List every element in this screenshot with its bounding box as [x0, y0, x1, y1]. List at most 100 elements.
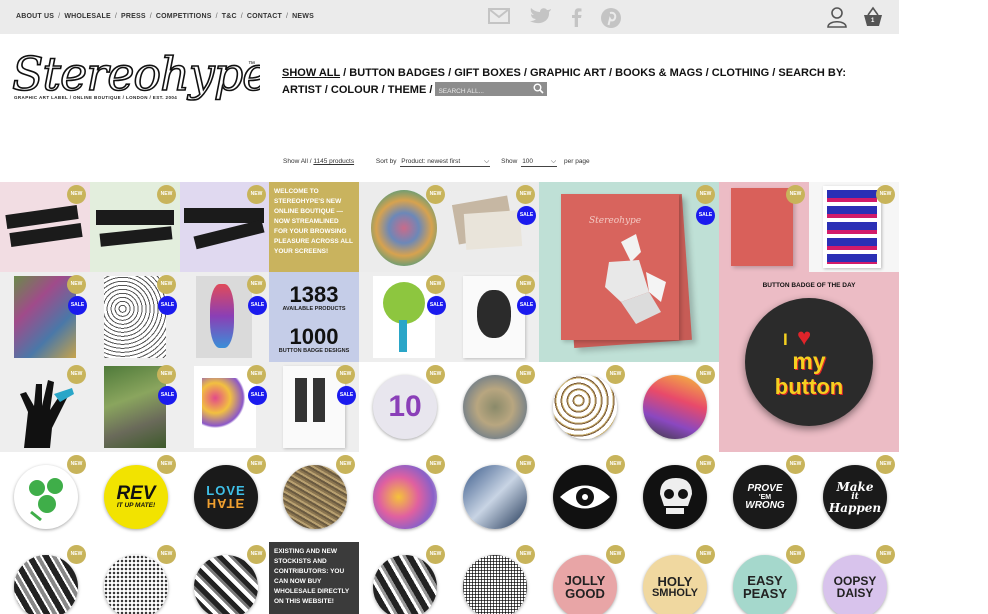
sort-select[interactable]: Product: newest first ⌵ [400, 158, 491, 167]
product-tile[interactable]: LOVE HATE NEW [180, 452, 270, 542]
product-tile[interactable]: PROVE 'EM WRONG NEW [719, 452, 809, 542]
nav-item-theme[interactable]: THEME [388, 84, 427, 96]
stat-label-products: AVAILABLE PRODUCTS [282, 306, 346, 312]
product-tile[interactable]: NEW [180, 182, 270, 272]
badge-text: HATE [206, 496, 246, 511]
nav-item-button-badges[interactable]: BUTTON BADGES [349, 67, 445, 79]
sale-badge: SALE [68, 296, 87, 315]
basket-icon[interactable]: 1 [862, 6, 884, 28]
top-link-competitions[interactable]: COMPETITIONS [156, 13, 212, 20]
twitter-icon[interactable] [530, 7, 552, 27]
button-badge: OOPSY DAISY [823, 555, 887, 614]
button-badge: HOLY SMHOLY [643, 555, 707, 614]
sale-badge: SALE [337, 386, 356, 405]
new-badge: NEW [426, 455, 445, 474]
mail-icon[interactable] [488, 7, 510, 27]
product-tile[interactable]: 10 NEW [359, 362, 449, 452]
nav-item-colour[interactable]: COLOUR [331, 84, 379, 96]
product-tile[interactable]: NEW [0, 182, 90, 272]
product-tile[interactable]: OOPSY DAISY NEW [809, 542, 899, 614]
product-tile[interactable]: NEW [269, 452, 359, 542]
product-tile[interactable]: NEW [809, 182, 899, 272]
nav-item-gift-boxes[interactable]: GIFT BOXES [454, 67, 521, 79]
product-count-link[interactable]: 1145 products [313, 158, 354, 165]
product-tile[interactable]: NEW [359, 452, 449, 542]
nav-item-books-mags[interactable]: BOOKS & MAGS [615, 67, 702, 79]
product-tile[interactable]: NEW SALE [90, 362, 180, 452]
product-tile[interactable]: REV IT UP MATE! NEW [90, 452, 180, 542]
top-link-press[interactable]: PRESS [121, 13, 146, 20]
nav-item-show-all[interactable]: SHOW ALL [282, 67, 340, 79]
account-icon[interactable] [826, 6, 848, 28]
logo[interactable]: Stereohype ™ [10, 44, 270, 114]
product-tile[interactable]: NEW [90, 182, 180, 272]
product-tile[interactable]: NEW [359, 542, 449, 614]
product-tile[interactable]: NEW [0, 452, 90, 542]
nav-item-clothing[interactable]: CLOTHING [712, 67, 769, 79]
nav-separator: / [429, 84, 433, 96]
welcome-promo[interactable]: WELCOME TO STEREOHYPE'S NEW ONLINE BOUTI… [269, 182, 359, 272]
product-tile[interactable]: NEW [449, 542, 539, 614]
search-box[interactable] [435, 82, 548, 99]
new-badge: NEW [606, 365, 625, 384]
new-badge: NEW [696, 365, 715, 384]
sale-badge: SALE [517, 206, 536, 225]
product-tile[interactable]: NEW [539, 362, 629, 452]
product-tile[interactable]: Stereohype NEW SALE [539, 182, 719, 362]
per-page-select[interactable]: 100 ⌵ [521, 158, 558, 167]
product-tile[interactable]: HOLY SMHOLY NEW [629, 542, 719, 614]
button-badge: Make it Happen [823, 465, 887, 529]
new-badge: NEW [157, 275, 176, 294]
new-badge: NEW [426, 545, 445, 564]
top-link-t-c[interactable]: T&C [222, 13, 237, 20]
top-link-about-us[interactable]: ABOUT US [16, 13, 54, 20]
nav-separator: / [523, 67, 527, 79]
product-tile[interactable]: NEW [449, 362, 539, 452]
nav-item-graphic-art[interactable]: GRAPHIC ART [530, 67, 606, 79]
product-image [14, 276, 76, 358]
product-tile[interactable]: NEW [90, 542, 180, 614]
wholesale-promo[interactable]: EXISTING AND NEW STOCKISTS AND CONTRIBUT… [269, 542, 359, 614]
badge-of-the-day[interactable]: BUTTON BADGE OF THE DAY I ♥ my button [719, 272, 899, 452]
per-page-value: 100 [522, 158, 534, 165]
top-link-wholesale[interactable]: WHOLESALE [64, 13, 111, 20]
product-tile[interactable]: NEW SALE [449, 272, 539, 362]
new-badge: NEW [67, 365, 86, 384]
product-tile[interactable]: NEW SALE [180, 362, 270, 452]
product-tile[interactable]: NEW [449, 452, 539, 542]
product-tile[interactable]: NEW [629, 452, 719, 542]
top-link-contact[interactable]: CONTACT [247, 13, 282, 20]
product-image [373, 276, 435, 358]
product-tile[interactable]: JOLLY GOOD NEW [539, 542, 629, 614]
product-image [196, 276, 252, 358]
search-icon[interactable] [533, 83, 545, 94]
product-tile[interactable]: NEW SALE [180, 272, 270, 362]
product-tile[interactable]: NEW [719, 182, 809, 272]
nav-separator: / [448, 67, 452, 79]
product-tile[interactable]: NEW SALE [359, 272, 449, 362]
product-tile[interactable]: NEW [629, 362, 719, 452]
sort-value: Product: newest first [401, 158, 461, 165]
product-tile[interactable]: NEW [0, 362, 90, 452]
product-tile[interactable]: NEW SALE [449, 182, 539, 272]
pinterest-icon[interactable] [600, 7, 622, 28]
top-link-news[interactable]: NEWS [292, 13, 314, 20]
facebook-icon[interactable] [566, 7, 588, 27]
product-image [184, 208, 264, 223]
sale-badge: SALE [248, 386, 267, 405]
product-image [463, 210, 523, 250]
button-badge: EASY PEASY [733, 555, 797, 614]
button-badge [553, 375, 617, 439]
product-tile[interactable]: NEW [539, 452, 629, 542]
search-input[interactable] [435, 84, 532, 99]
product-tile[interactable]: NEW [359, 182, 449, 272]
product-tile[interactable]: EASY PEASY NEW [719, 542, 809, 614]
nav-separator: / [343, 67, 347, 79]
per-page-label: per page [564, 158, 590, 165]
product-tile[interactable]: Make it Happen NEW [809, 452, 899, 542]
product-tile[interactable]: NEW SALE [90, 272, 180, 362]
product-tile[interactable]: NEW [180, 542, 270, 614]
product-tile[interactable]: NEW SALE [269, 362, 359, 452]
product-tile[interactable]: NEW [0, 542, 90, 614]
product-tile[interactable]: NEW SALE [0, 272, 90, 362]
